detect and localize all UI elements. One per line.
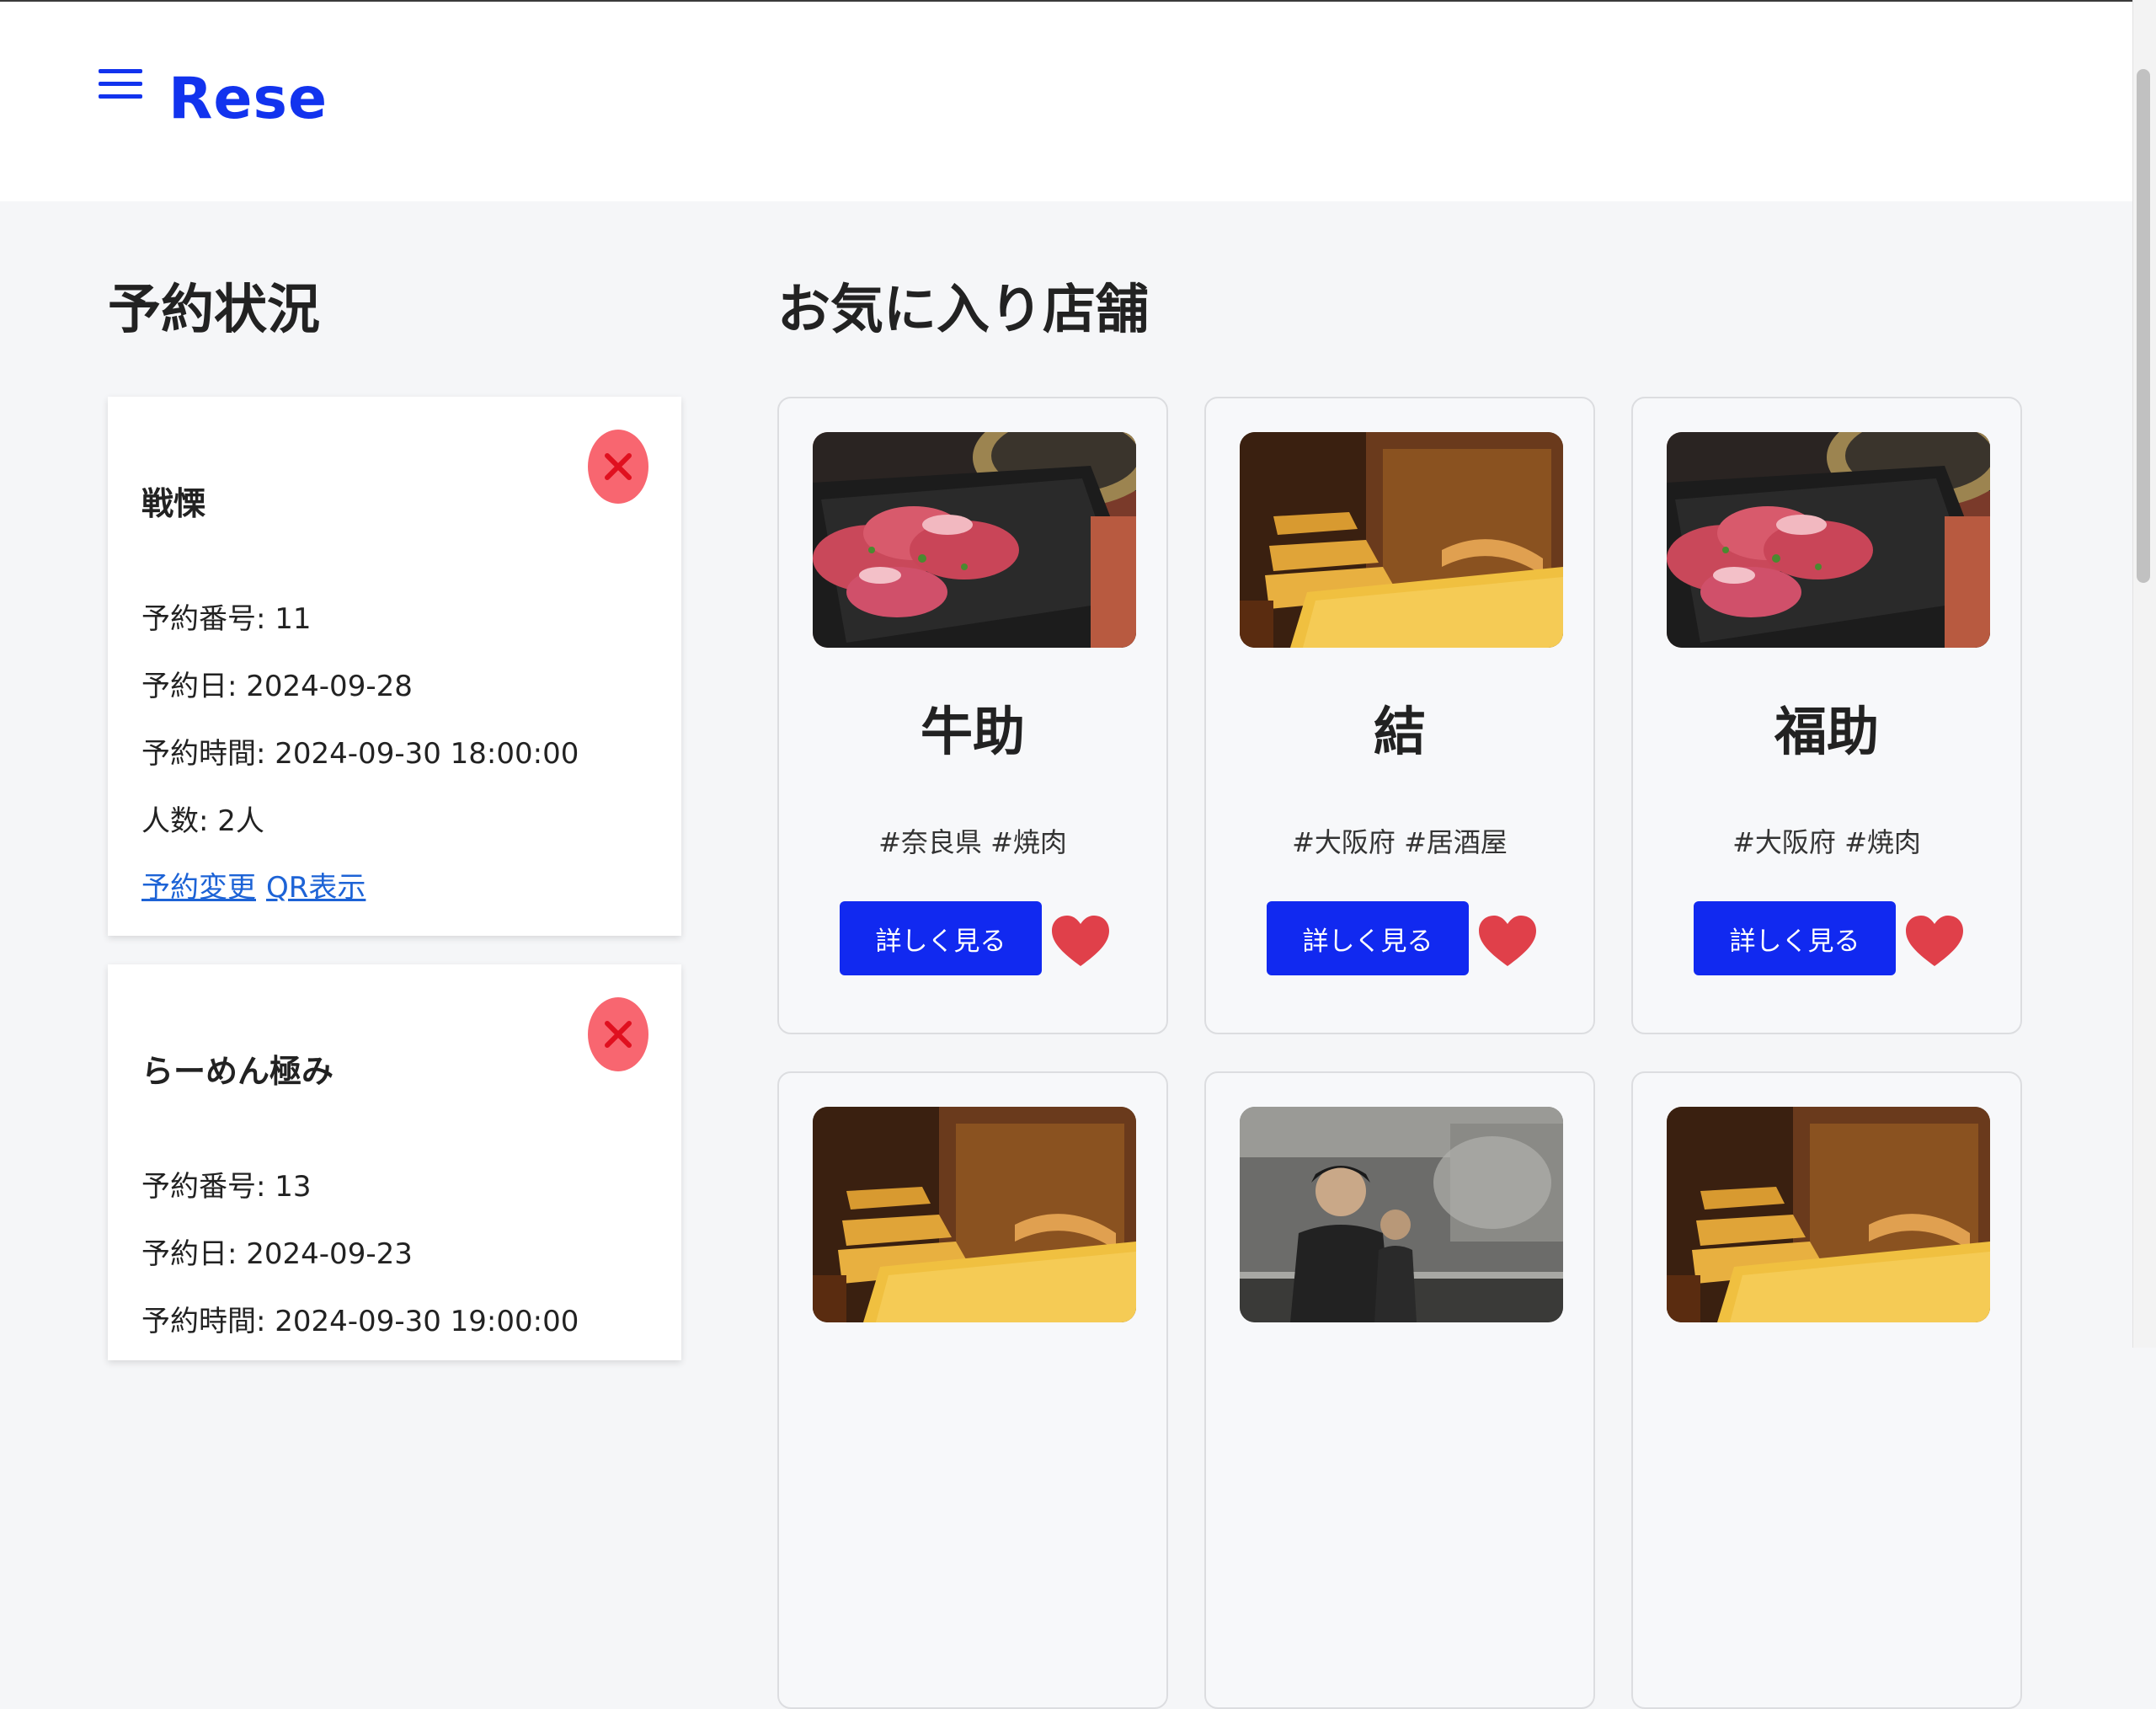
reservation-date: 予約日: 2024-09-28 bbox=[141, 670, 413, 703]
cancel-reservation-button[interactable] bbox=[588, 997, 648, 1071]
cancel-reservation-button[interactable] bbox=[588, 430, 648, 504]
shop-tags: #大阪府 #焼肉 bbox=[1732, 826, 1921, 858]
shop-image bbox=[1667, 1107, 1990, 1322]
favorites-heading: お気に入り店舗 bbox=[777, 279, 1149, 340]
favorite-shop-card bbox=[777, 1071, 1168, 1709]
heart-icon[interactable] bbox=[1050, 914, 1111, 968]
reservations-heading: 予約状況 bbox=[108, 279, 320, 340]
shop-tags: #大阪府 #居酒屋 bbox=[1292, 826, 1508, 858]
favorite-shop-card: 牛助 #奈良県 #焼肉 詳しく見る bbox=[777, 397, 1168, 1034]
shop-image bbox=[813, 1107, 1136, 1322]
reservation-number: 予約番号: 13 bbox=[141, 1170, 312, 1204]
scrollbar-thumb[interactable] bbox=[2137, 69, 2150, 583]
favorite-shop-card: 福助 #大阪府 #焼肉 詳しく見る bbox=[1631, 397, 2022, 1034]
close-icon bbox=[605, 1021, 632, 1048]
favorite-shop-card: 結 #大阪府 #居酒屋 詳しく見る bbox=[1204, 397, 1595, 1034]
shop-image bbox=[1240, 1107, 1563, 1322]
shop-name: 結 bbox=[1373, 701, 1426, 762]
favorite-shop-card bbox=[1631, 1071, 2022, 1709]
heart-icon[interactable] bbox=[1477, 914, 1538, 968]
close-icon bbox=[605, 453, 632, 480]
shop-tags: #奈良県 #焼肉 bbox=[878, 826, 1067, 858]
shop-image bbox=[1667, 432, 1990, 648]
menu-icon[interactable] bbox=[99, 67, 142, 101]
reservation-actions: 予約変更 QR表示 bbox=[141, 864, 376, 905]
shop-name: 福助 bbox=[1774, 701, 1879, 762]
reservation-shop-name: 戦慄 bbox=[141, 485, 206, 522]
reservation-time: 予約時間: 2024-09-30 18:00:00 bbox=[141, 737, 579, 771]
change-reservation-link[interactable]: 予約変更 bbox=[141, 871, 256, 905]
reservation-time: 予約時間: 2024-09-30 19:00:00 bbox=[141, 1305, 579, 1338]
view-details-button[interactable]: 詳しく見る bbox=[1267, 901, 1469, 975]
show-qr-link[interactable]: QR表示 bbox=[266, 871, 366, 905]
reservation-number: 予約番号: 11 bbox=[141, 602, 312, 636]
view-details-button[interactable]: 詳しく見る bbox=[840, 901, 1042, 975]
reservation-people: 人数: 2人 bbox=[141, 804, 264, 838]
shop-image bbox=[813, 432, 1136, 648]
shop-image bbox=[1240, 432, 1563, 648]
reservation-shop-name: らーめん極み bbox=[141, 1053, 334, 1090]
heart-icon[interactable] bbox=[1904, 914, 1965, 968]
view-details-button[interactable]: 詳しく見る bbox=[1694, 901, 1896, 975]
app-logo[interactable]: Rese bbox=[168, 61, 328, 138]
favorite-shop-card bbox=[1204, 1071, 1595, 1709]
shop-name: 牛助 bbox=[920, 701, 1025, 762]
reservation-date: 予約日: 2024-09-23 bbox=[141, 1237, 413, 1271]
reservation-card: らーめん極み 予約番号: 13 予約日: 2024-09-23 予約時間: 20… bbox=[108, 964, 681, 1360]
app-header: Rese bbox=[0, 2, 2132, 201]
reservation-card: 戦慄 予約番号: 11 予約日: 2024-09-28 予約時間: 2024-0… bbox=[108, 397, 681, 936]
